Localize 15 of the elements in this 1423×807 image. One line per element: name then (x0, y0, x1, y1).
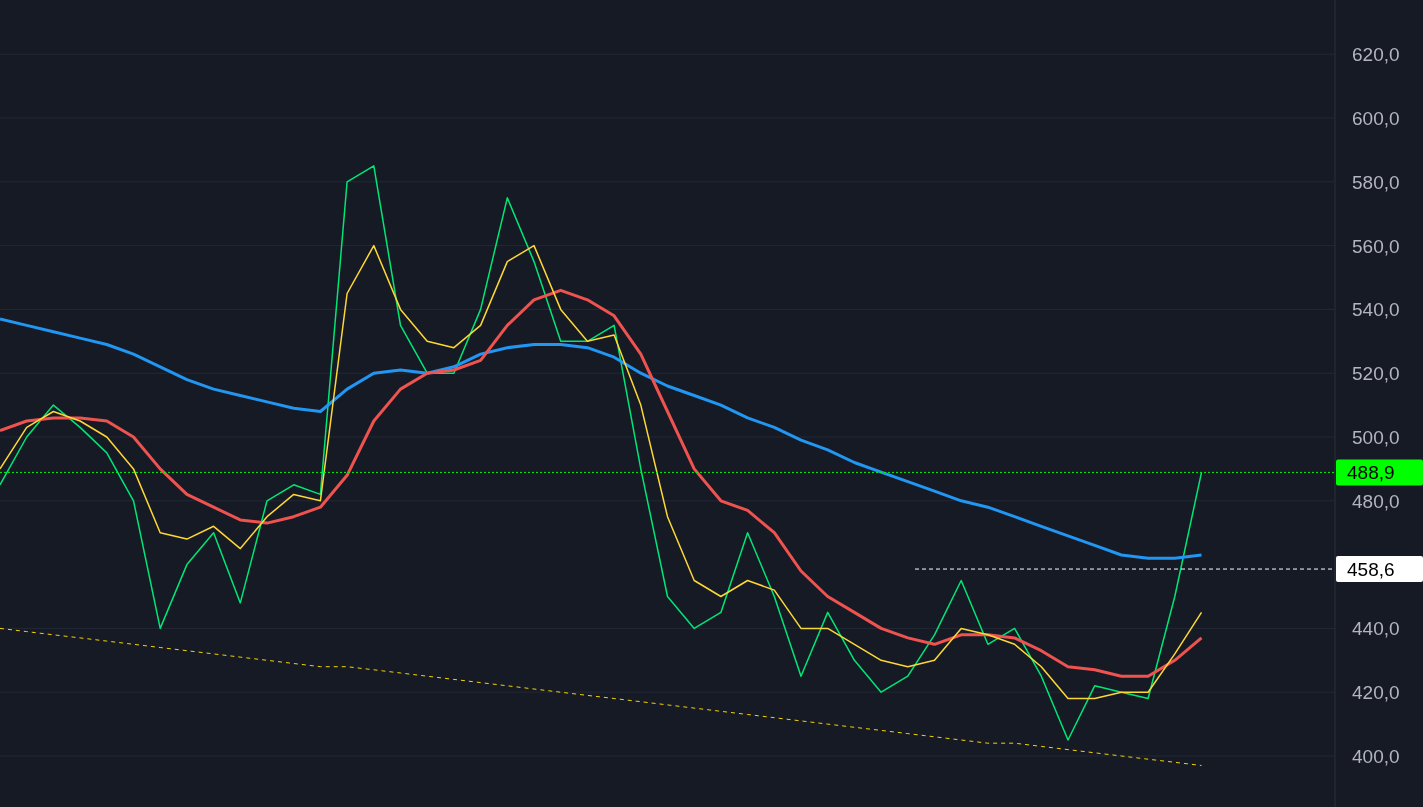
axis-label: 620,0 (1352, 44, 1400, 66)
ref-line-label: 488,9 (1347, 462, 1395, 484)
axis-label: 480,0 (1352, 490, 1400, 512)
axis-label: 420,0 (1352, 682, 1400, 704)
axis-label: 440,0 (1352, 618, 1400, 640)
axis-label: 600,0 (1352, 108, 1400, 129)
price-label: 488,9 (1336, 459, 1423, 486)
axis-label: 520,0 (1352, 363, 1400, 385)
axis-label: 560,0 (1352, 235, 1400, 257)
ref-line-label: 458,6 (1347, 559, 1395, 581)
axis-label: 580,0 (1352, 171, 1400, 193)
axis-label: 400,0 (1352, 745, 1400, 767)
price-label: 458,6 (1336, 556, 1423, 583)
axis-label: 540,0 (1352, 299, 1400, 321)
axis-label: 500,0 (1352, 427, 1400, 448)
